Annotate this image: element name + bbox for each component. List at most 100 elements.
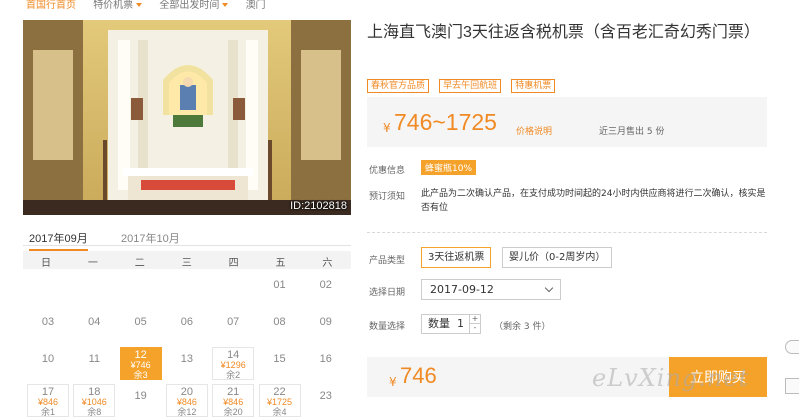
calendar-day-number: 04 bbox=[88, 316, 101, 328]
tag-special-price: 特惠机票 bbox=[511, 79, 556, 93]
price-currency: ¥ bbox=[383, 121, 391, 135]
calendar-day-remaining: 余4 bbox=[272, 407, 287, 417]
promo-label: 优惠信息 bbox=[369, 166, 406, 176]
calendar-day: 09 bbox=[305, 310, 347, 343]
calendar-day-number: 05 bbox=[134, 316, 147, 328]
quantity-label: 数量选择 bbox=[369, 322, 406, 332]
calendar-day-number: 13 bbox=[180, 353, 194, 365]
calendar-day-number: 12 bbox=[134, 349, 147, 361]
sold-count: 近三月售出 5 份 bbox=[599, 127, 665, 137]
option-3day-roundtrip[interactable]: 3天往返机票 bbox=[421, 247, 492, 268]
calendar-day-price: ¥1725 bbox=[266, 397, 293, 407]
product-title: 上海直飞澳门3天往返含税机票（含百老汇奇幻秀门票） bbox=[367, 24, 760, 41]
calendar-day-price: ¥846 bbox=[223, 397, 244, 407]
church-altar-image bbox=[23, 20, 351, 215]
calendar-day-remaining: 余1 bbox=[40, 407, 55, 417]
weekday-label: 六 bbox=[322, 258, 333, 269]
calendar-day-remaining: 余3 bbox=[133, 370, 148, 380]
date-select-value: 2017-09-12 bbox=[430, 283, 494, 296]
calendar-day-number: 06 bbox=[180, 316, 194, 328]
calendar-day-number: 17 bbox=[41, 386, 55, 398]
chevron-down-icon bbox=[544, 283, 554, 293]
weekday-label: 五 bbox=[275, 258, 286, 269]
calendar-day-number: 22 bbox=[273, 386, 286, 398]
quantity-input[interactable]: 1 bbox=[457, 315, 464, 333]
weekday-label: 一 bbox=[87, 258, 98, 269]
calendar-day-number: 01 bbox=[273, 279, 286, 291]
chevron-down-icon bbox=[222, 3, 229, 7]
total-price: 746 bbox=[400, 363, 437, 388]
calendar-day-available[interactable]: 12 ¥746 余3 bbox=[119, 347, 162, 380]
calendar-day: 13 bbox=[166, 347, 208, 380]
calendar-day-number: 20 bbox=[180, 386, 194, 398]
calendar-day-price: ¥1046 bbox=[81, 397, 107, 407]
feedback-icon[interactable] bbox=[785, 340, 799, 354]
breadcrumb-departure-time[interactable]: 全部出发时间 bbox=[159, 0, 229, 11]
calendar-day-price: ¥1296 bbox=[220, 360, 246, 370]
option-infant-price[interactable]: 婴儿价（0-2周岁内） bbox=[502, 247, 613, 268]
calendar-day-remaining: 余2 bbox=[226, 370, 241, 380]
breadcrumb-home[interactable]: 首国行首页 bbox=[26, 0, 76, 11]
calendar-day-number: 10 bbox=[41, 353, 55, 365]
breadcrumb-flights-label: 特价机票 bbox=[93, 0, 134, 11]
calendar-day-available[interactable]: 14 ¥1296 余2 bbox=[212, 347, 255, 380]
weekday-label: 日 bbox=[41, 258, 51, 269]
calendar-day-number: 09 bbox=[319, 316, 332, 328]
promo-badge: 蜂蜜瓶10% bbox=[421, 160, 477, 175]
quantity-stepper: 数量 1 + - bbox=[421, 314, 481, 334]
date-label: 选择日期 bbox=[369, 288, 406, 298]
calendar-day: 06 bbox=[166, 310, 208, 343]
calendar-day-number: 16 bbox=[319, 353, 332, 365]
share-icon[interactable] bbox=[785, 378, 799, 394]
calendar-day-available[interactable]: 18 ¥1046 余8 bbox=[73, 384, 116, 417]
calendar-day-available[interactable]: 22 ¥1725 余4 bbox=[258, 384, 301, 417]
tab-month-september[interactable]: 2017年09月 bbox=[29, 230, 88, 251]
tag-morning-flight: 早去午回航班 bbox=[439, 79, 502, 93]
calendar-day-number: 19 bbox=[134, 390, 147, 402]
calendar-day-number: 08 bbox=[273, 316, 286, 328]
calendar-month-tabs: 2017年09月 2017年10月 bbox=[23, 226, 351, 251]
total-currency: ¥ bbox=[389, 375, 397, 389]
calendar-day-number: 02 bbox=[319, 279, 332, 291]
tag-official-quality: 春秋官方品质 bbox=[367, 79, 430, 93]
calendar-day-number: 18 bbox=[88, 386, 101, 398]
calendar-day-remaining: 余20 bbox=[223, 407, 243, 417]
calendar-day-available[interactable]: 21 ¥846 余20 bbox=[212, 384, 255, 417]
notice-label: 预订须知 bbox=[369, 192, 406, 202]
calendar-day-remaining: 余12 bbox=[177, 407, 197, 417]
product-type-label: 产品类型 bbox=[369, 256, 406, 266]
booking-notice: 此产品为二次确认产品，在支付成功时间起的24小时内供应商将进行二次确认，核实是否… bbox=[421, 189, 766, 213]
calendar-day-available[interactable]: 17 ¥846 余1 bbox=[27, 384, 69, 417]
product-tags: 春秋官方品质 早去午回航班 特惠机票 bbox=[367, 73, 560, 93]
divider bbox=[367, 232, 767, 233]
price-explanation-link[interactable]: 价格说明 bbox=[516, 124, 552, 137]
quantity-minus-button[interactable]: - bbox=[469, 324, 480, 333]
calendar-day: 16 bbox=[305, 347, 347, 380]
calendar-day-number: 11 bbox=[88, 353, 100, 365]
weekday-label: 二 bbox=[134, 258, 145, 269]
calendar-day-number: 21 bbox=[227, 386, 240, 398]
tab-month-october[interactable]: 2017年10月 bbox=[121, 230, 180, 246]
breadcrumb-departure-label: 全部出发时间 bbox=[159, 0, 220, 11]
product-photo[interactable]: ID:2102818 bbox=[23, 20, 351, 215]
calendar-day-remaining: 余8 bbox=[87, 407, 102, 417]
calendar-day: 11 bbox=[73, 347, 115, 380]
calendar-day: 23 bbox=[305, 384, 347, 417]
date-select[interactable]: 2017-09-12 bbox=[421, 279, 561, 300]
calendar-day-number: 07 bbox=[227, 316, 240, 328]
calendar-day: 02 bbox=[305, 273, 347, 306]
calendar-day: 01 bbox=[259, 273, 301, 306]
breadcrumb-flights[interactable]: 特价机票 bbox=[93, 0, 143, 11]
calendar-day-available[interactable]: 20 ¥846 余12 bbox=[165, 384, 208, 417]
weekday-label: 四 bbox=[228, 258, 239, 269]
stock-remaining: （剩余 3 件） bbox=[494, 322, 551, 332]
buy-now-button[interactable]: 立即购买 bbox=[669, 357, 767, 397]
calendar-day-number: 14 bbox=[227, 349, 240, 361]
breadcrumb-destination[interactable]: 澳门 bbox=[246, 0, 266, 11]
calendar-day-number: 03 bbox=[41, 316, 55, 328]
chevron-down-icon bbox=[136, 3, 143, 7]
calendar-day: 08 bbox=[259, 310, 301, 343]
photo-id-label: ID:2102818 bbox=[290, 200, 347, 212]
price-range: 746~1725 bbox=[394, 109, 497, 135]
calendar-day: 19 bbox=[120, 384, 162, 417]
